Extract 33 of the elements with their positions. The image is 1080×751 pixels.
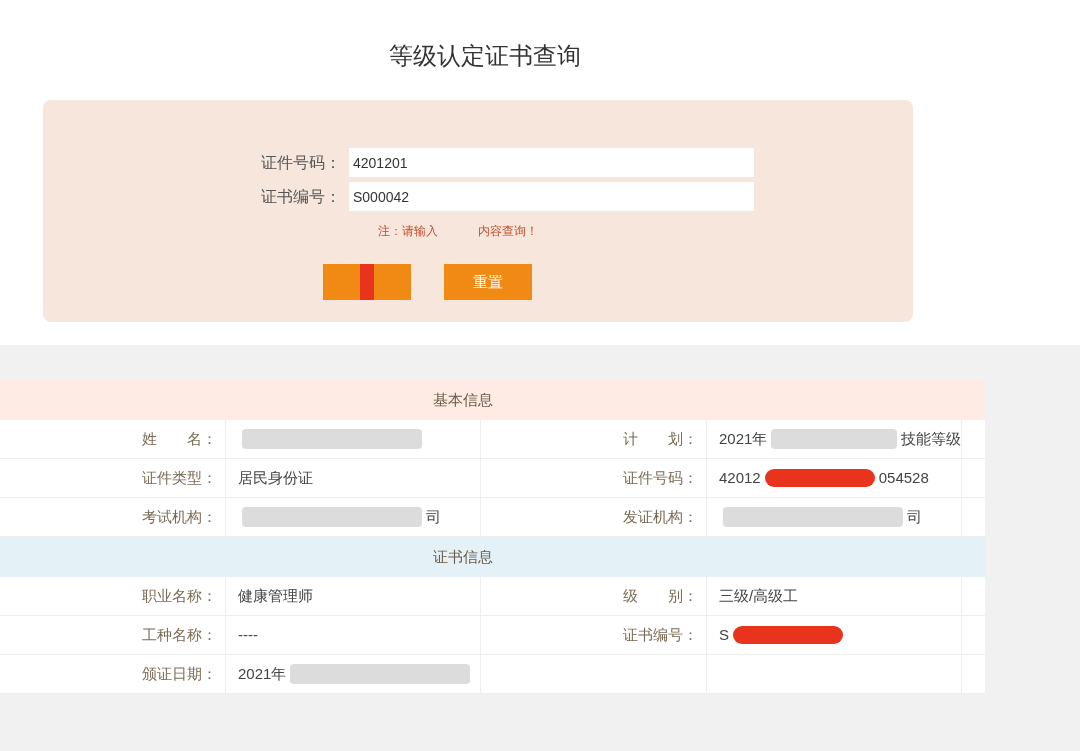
field-label: 证书编号： xyxy=(261,186,341,207)
field-value: 2021年 xyxy=(238,663,287,684)
field-label: 证件号码： xyxy=(623,467,698,488)
field-value: 技能等级 xyxy=(901,428,961,449)
field-value: ---- xyxy=(238,624,258,645)
field-label: 计 划： xyxy=(623,428,698,449)
note-text: 内容查询！ xyxy=(477,223,538,240)
note-text: 注：请输入 xyxy=(377,223,438,240)
field-value: 054528 xyxy=(878,467,929,488)
field-label: 姓 名： xyxy=(142,428,217,449)
field-value: 司 xyxy=(907,506,922,527)
field-label: 证件号码： xyxy=(261,152,341,173)
field-value: 三级/高级工 xyxy=(719,585,799,606)
field-value: 2021年 xyxy=(719,428,768,449)
section-title: 基本信息 xyxy=(432,389,493,410)
field-value: S xyxy=(719,624,729,645)
field-label: 职业名称： xyxy=(142,585,217,606)
section-title: 证书信息 xyxy=(432,546,493,567)
scribbled-button[interactable] xyxy=(323,264,411,300)
field-label: 证件类型： xyxy=(142,467,217,488)
field-label: 工种名称： xyxy=(142,624,217,645)
field-label: 级 别： xyxy=(623,585,698,606)
page-title: 等级认定证书查询 xyxy=(389,41,581,71)
field-label: 考试机构： xyxy=(142,506,217,527)
field-value: 居民身份证 xyxy=(238,467,313,488)
field-value: 司 xyxy=(426,506,441,527)
field-value: 健康管理师 xyxy=(238,585,313,606)
field-value: 42012 xyxy=(719,467,761,488)
field-label: 发证机构： xyxy=(623,506,698,527)
input-field[interactable]: 4201201 xyxy=(349,148,754,177)
field-label: 证书编号： xyxy=(623,624,698,645)
input-field[interactable]: S000042 xyxy=(349,182,754,211)
field-label: 颁证日期： xyxy=(142,663,217,684)
